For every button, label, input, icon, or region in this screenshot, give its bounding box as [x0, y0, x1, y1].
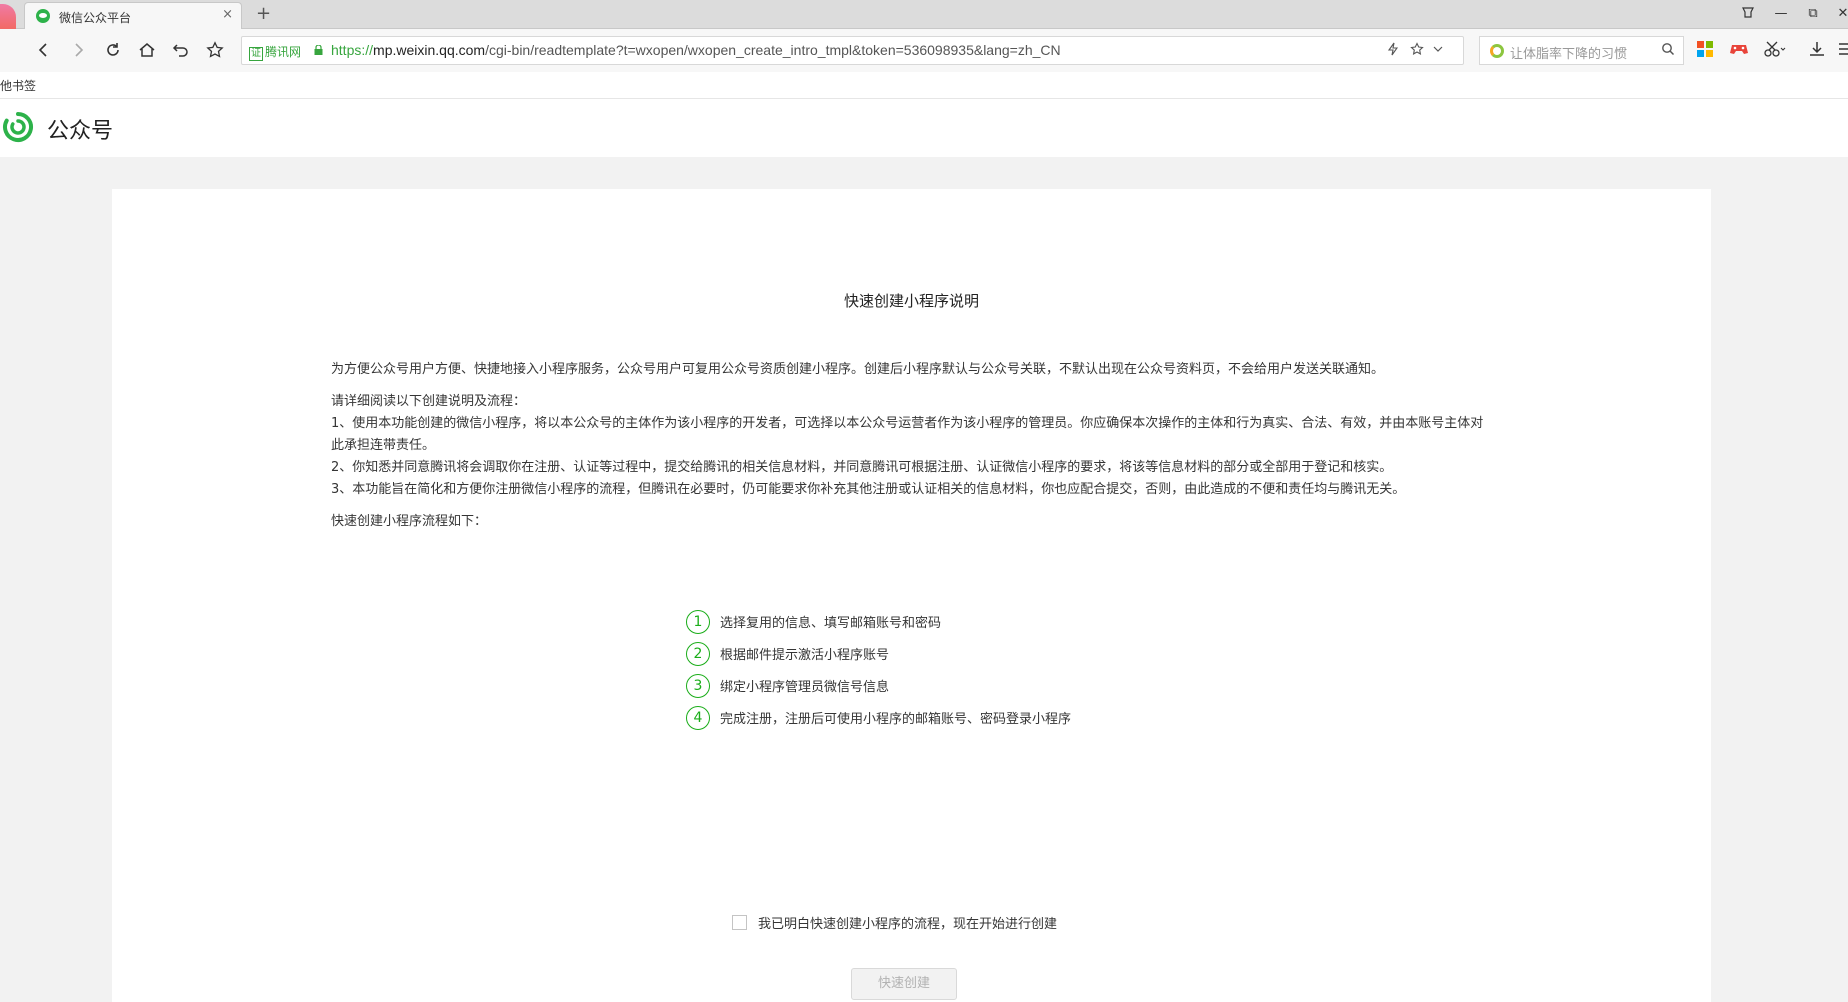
read-notice: 请详细阅读以下创建说明及流程：: [331, 394, 527, 409]
bookmarks-bar: 他书签: [0, 72, 1848, 99]
intro-text: 为方便公众号用户方便、快捷地接入小程序服务，公众号用户可复用公众号资质创建小程序…: [331, 362, 1385, 377]
term-item: 1、使用本功能创建的微信小程序，将以本公众号的主体作为该小程序的开发者，可选择以…: [331, 416, 1484, 453]
tab-title: 微信公众平台: [59, 11, 132, 25]
wechat-icon: [36, 9, 50, 23]
browser-toolbar: 证腾讯网 https://mp.weixin.qq.com/cgi-bin/re…: [0, 29, 1848, 72]
browser-tabbar: 录 微信公众平台 × + — ⧉ ✕: [0, 0, 1848, 52]
window-close-button[interactable]: ✕: [1834, 5, 1848, 23]
undo-close-icon[interactable]: [169, 38, 193, 62]
quick-create-button[interactable]: 快速创建: [851, 968, 957, 1000]
browser-tab[interactable]: 微信公众平台 ×: [24, 2, 242, 29]
new-tab-button[interactable]: +: [256, 3, 271, 24]
step-text: 选择复用的信息、填写邮箱账号和密码: [720, 616, 942, 631]
window-minimize-button[interactable]: —: [1772, 5, 1790, 23]
wechat-official-account-logo-icon[interactable]: [2, 111, 34, 143]
download-icon[interactable]: [1808, 40, 1830, 62]
step-number: 2: [686, 642, 710, 666]
forward-icon[interactable]: [66, 38, 90, 62]
url-path: /cgi-bin/readtemplate?t=wxopen/wxopen_cr…: [485, 42, 1061, 58]
intro-card: 快速创建小程序说明 为方便公众号用户方便、快捷地接入小程序服务，公众号用户可复用…: [112, 189, 1711, 1002]
step-number: 1: [686, 610, 710, 634]
step-number: 3: [686, 674, 710, 698]
term-item: 3、本功能旨在简化和方便你注册微信小程序的流程，但腾讯在必要时，仍可能要求你补充…: [331, 482, 1406, 497]
chevron-down-icon[interactable]: [1432, 42, 1444, 60]
search-placeholder: 让体脂率下降的习惯: [1510, 47, 1628, 62]
certificate-badge[interactable]: 证腾讯网: [249, 43, 301, 61]
favorite-star-icon[interactable]: [203, 38, 227, 62]
flow-title: 快速创建小程序流程如下：: [331, 514, 488, 529]
agree-label[interactable]: 我已明白快速创建小程序的流程，现在开始进行创建: [758, 913, 1057, 932]
step-number: 4: [686, 706, 710, 730]
page-title: 快速创建小程序说明: [843, 292, 979, 310]
url-host: mp.weixin.qq.com: [373, 42, 486, 58]
window-restore-button[interactable]: ⧉: [1804, 5, 1822, 23]
bookmark-other[interactable]: 他书签: [0, 77, 36, 94]
search-box[interactable]: 让体脂率下降的习惯: [1479, 36, 1684, 65]
certificate-icon: 证: [249, 47, 263, 61]
search-icon[interactable]: [1661, 42, 1675, 60]
url-protocol: https://: [331, 42, 374, 58]
page-header: 公众号: [0, 99, 1848, 157]
url-text[interactable]: https://mp.weixin.qq.com/cgi-bin/readtem…: [331, 42, 1061, 58]
intro-content: 为方便公众号用户方便、快捷地接入小程序服务，公众号用户可复用公众号资质创建小程序…: [331, 359, 1491, 533]
term-item: 2、你知悉并同意腾讯将会调取你在注册、认证等过程中，提交给腾讯的相关信息材料，并…: [331, 460, 1393, 475]
search-engine-icon: [1490, 44, 1504, 58]
step-text: 完成注册，注册后可使用小程序的邮箱账号、密码登录小程序: [720, 712, 1072, 727]
window-pin-icon[interactable]: [1739, 5, 1757, 23]
lock-icon: [314, 45, 323, 55]
reload-icon[interactable]: [101, 38, 125, 62]
brand-title[interactable]: 公众号: [47, 113, 113, 145]
address-bar[interactable]: 证腾讯网 https://mp.weixin.qq.com/cgi-bin/re…: [241, 36, 1464, 65]
certificate-label: 腾讯网: [265, 45, 302, 59]
step-text: 根据邮件提示激活小程序账号: [720, 648, 890, 663]
tab-close-icon[interactable]: ×: [222, 7, 233, 22]
game-icon[interactable]: [1729, 40, 1751, 62]
home-icon[interactable]: [135, 38, 159, 62]
apps-icon[interactable]: [1696, 40, 1718, 62]
step-text: 绑定小程序管理员微信号信息: [720, 680, 890, 695]
bookmark-star-icon[interactable]: [1410, 42, 1424, 60]
screenshot-scissors-icon[interactable]: [1764, 40, 1786, 62]
lightning-icon[interactable]: [1387, 42, 1399, 60]
menu-icon[interactable]: [1838, 40, 1848, 62]
back-icon[interactable]: [32, 38, 56, 62]
agree-checkbox[interactable]: [732, 915, 747, 930]
